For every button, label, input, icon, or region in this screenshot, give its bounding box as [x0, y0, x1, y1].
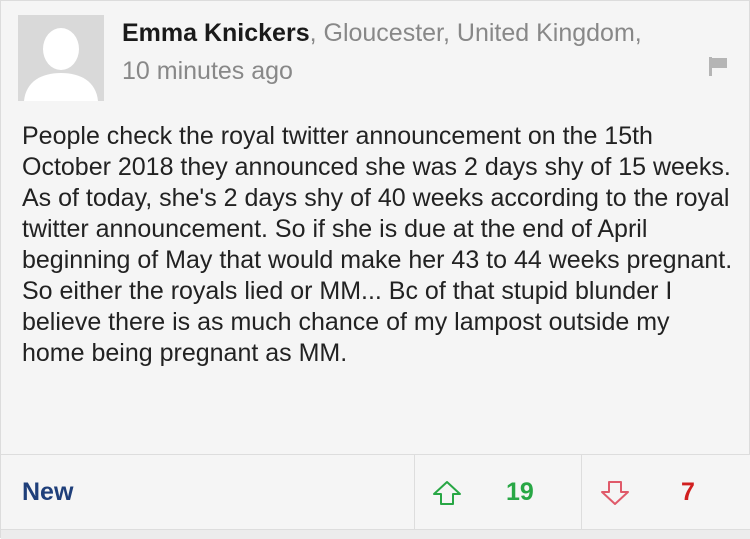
- author-location: , Gloucester, United Kingdom,: [309, 19, 642, 47]
- comment-card: Emma Knickers, Gloucester, United Kingdo…: [0, 0, 750, 539]
- comment-timestamp: 10 minutes ago: [122, 57, 293, 85]
- downvote-button[interactable]: [599, 455, 631, 531]
- footer-divider: [414, 455, 415, 531]
- downvote-count: 7: [681, 478, 695, 506]
- new-link[interactable]: New: [22, 477, 73, 508]
- avatar[interactable]: [18, 15, 104, 101]
- comment-body: People check the royal twitter announcem…: [22, 122, 733, 367]
- upvote-count: 19: [506, 478, 534, 506]
- upvote-button[interactable]: [431, 455, 463, 531]
- user-silhouette-icon: [18, 15, 104, 101]
- footer-divider: [581, 455, 582, 531]
- arrow-down-outline-icon: [601, 481, 629, 505]
- comment-author: Emma Knickers, Gloucester, United Kingdo…: [122, 18, 642, 49]
- author-name[interactable]: Emma Knickers: [122, 19, 310, 47]
- arrow-up-outline-icon: [433, 481, 461, 505]
- flag-icon[interactable]: [707, 55, 729, 77]
- comment-footer: New 19 7: [1, 454, 750, 531]
